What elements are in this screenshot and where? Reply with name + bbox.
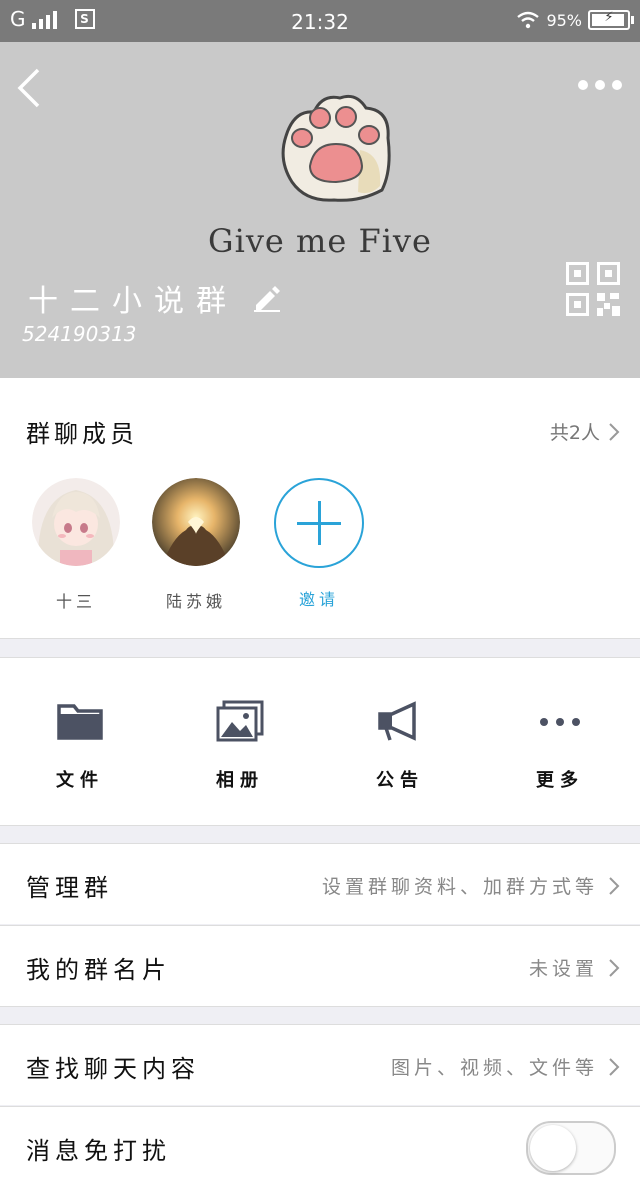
charging-icon: ⚡ bbox=[604, 10, 614, 25]
artwork-caption: Give me Five bbox=[208, 222, 432, 260]
row-value-area: 图片、视频、文件等 bbox=[391, 1053, 620, 1080]
group-name: 十二小说群 bbox=[28, 284, 238, 319]
tool-label: 公告 bbox=[376, 770, 424, 791]
row-label: 消息免打扰 bbox=[26, 1137, 171, 1165]
search-history-row[interactable]: 查找聊天内容 图片、视频、文件等 bbox=[0, 1025, 640, 1105]
battery-icon: ⚡ bbox=[588, 10, 634, 30]
avatar bbox=[32, 478, 120, 566]
battery-percent: 95% bbox=[546, 10, 582, 30]
tool-label: 文件 bbox=[56, 770, 104, 791]
announcement-button[interactable]: 公告 bbox=[340, 700, 460, 792]
do-not-disturb-row[interactable]: 消息免打扰 bbox=[0, 1107, 640, 1187]
manage-group-row[interactable]: 管理群 设置群聊资料、加群方式等 bbox=[0, 844, 640, 924]
edit-pencil-icon[interactable] bbox=[252, 283, 282, 313]
row-label: 查找聊天内容 bbox=[26, 1055, 200, 1083]
member-item[interactable]: 陆苏娥 bbox=[146, 478, 246, 612]
chevron-right-icon bbox=[609, 958, 620, 977]
group-id: 524190313 bbox=[22, 322, 137, 346]
avatar bbox=[152, 478, 240, 566]
plus-icon bbox=[274, 478, 364, 568]
group-name-row[interactable]: 十二小说群 bbox=[28, 276, 282, 320]
chevron-right-icon bbox=[609, 876, 620, 895]
row-label: 我的群名片 bbox=[26, 956, 171, 984]
invite-label: 邀请 bbox=[298, 590, 339, 609]
chevron-right-icon bbox=[609, 1057, 620, 1076]
chevron-right-icon bbox=[609, 422, 620, 441]
invite-button[interactable]: 邀请 bbox=[269, 478, 369, 610]
status-bar: G S 21:32 95% ⚡ bbox=[0, 0, 640, 42]
tools-section: 文件 相册 公告 更多 bbox=[0, 657, 640, 826]
divider bbox=[0, 1006, 640, 1007]
do-not-disturb-toggle[interactable] bbox=[526, 1121, 616, 1175]
member-count: 共2人 bbox=[549, 422, 600, 444]
group-header: Give me Five 十二小说群 524190313 bbox=[0, 42, 640, 378]
members-section: 群聊成员 共2人 十三 陆苏娥 邀请 bbox=[0, 378, 640, 639]
status-right: 95% ⚡ bbox=[516, 10, 634, 30]
folder-icon bbox=[57, 704, 103, 740]
row-label: 管理群 bbox=[26, 874, 113, 902]
qr-code-icon[interactable] bbox=[566, 262, 620, 316]
megaphone-icon bbox=[378, 701, 416, 741]
member-name: 十三 bbox=[55, 592, 96, 611]
member-item[interactable]: 十三 bbox=[26, 478, 126, 612]
tool-label: 相册 bbox=[216, 770, 264, 791]
member-name: 陆苏娥 bbox=[165, 592, 226, 611]
files-button[interactable]: 文件 bbox=[20, 700, 140, 792]
row-value-area: 设置群聊资料、加群方式等 bbox=[322, 872, 620, 899]
wifi-icon bbox=[517, 11, 540, 29]
row-value: 未设置 bbox=[528, 958, 598, 980]
members-title: 群聊成员 bbox=[26, 420, 138, 448]
more-tools-button[interactable]: 更多 bbox=[500, 700, 620, 792]
tool-label: 更多 bbox=[536, 770, 584, 791]
my-card-row[interactable]: 我的群名片 未设置 bbox=[0, 926, 640, 1006]
album-icon bbox=[216, 700, 264, 742]
row-value-area: 未设置 bbox=[529, 954, 620, 981]
more-icon[interactable] bbox=[578, 80, 622, 90]
toggle-knob bbox=[530, 1125, 576, 1171]
album-button[interactable]: 相册 bbox=[180, 700, 300, 792]
back-icon[interactable] bbox=[14, 68, 44, 108]
more-dots-icon bbox=[540, 718, 580, 726]
row-value: 设置群聊资料、加群方式等 bbox=[321, 876, 598, 898]
row-value: 图片、视频、文件等 bbox=[390, 1057, 598, 1079]
member-count-link[interactable]: 共2人 bbox=[550, 418, 620, 445]
